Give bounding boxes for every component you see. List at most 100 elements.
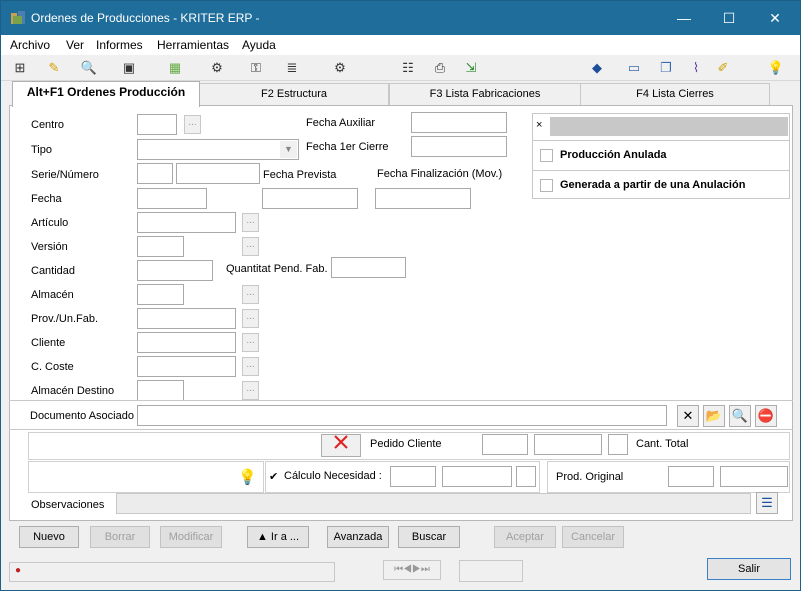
nuevo-button[interactable]: Nuevo xyxy=(19,526,79,548)
lightbulb-hint-icon[interactable]: 💡 xyxy=(238,468,257,486)
preview-document-icon[interactable]: 🔍 xyxy=(729,405,751,427)
version-lookup-button[interactable]: ... xyxy=(242,237,259,256)
prov-un-fab-lookup-button[interactable]: ... xyxy=(242,309,259,328)
cant-total-label: Cant. Total xyxy=(636,438,689,450)
salir-button[interactable]: Salir xyxy=(707,558,791,580)
printer-icon[interactable]: ⎙ xyxy=(431,59,449,77)
tab-estructura[interactable]: F2 Estructura xyxy=(199,83,389,106)
check-icon[interactable]: ✔ xyxy=(269,470,278,483)
app-icon xyxy=(11,11,25,24)
produccion-anulada-checkbox[interactable] xyxy=(540,149,553,162)
fecha-prevista-input[interactable] xyxy=(262,188,358,209)
almacen-destino-lookup-button[interactable]: ... xyxy=(242,381,259,400)
attachment-icon[interactable]: ⌇ xyxy=(687,59,705,77)
calculator-icon[interactable]: ▦ xyxy=(166,59,184,77)
almacen-input[interactable] xyxy=(137,284,184,305)
calculo-linea-input[interactable] xyxy=(516,466,536,487)
pedido-cliente-serie-input[interactable] xyxy=(482,434,528,455)
c-coste-input[interactable] xyxy=(137,356,236,377)
delete-icon[interactable]: ✕ xyxy=(677,405,699,427)
tree-icon[interactable]: ⊞ xyxy=(11,59,29,77)
chevron-down-icon[interactable]: ▼ xyxy=(280,141,297,158)
fecha-auxiliar-input[interactable] xyxy=(411,112,507,133)
eraser-icon[interactable]: ◆ xyxy=(588,59,606,77)
list-check-icon[interactable]: ≣ xyxy=(283,59,301,77)
menu-herramientas[interactable]: Herramientas xyxy=(157,38,229,52)
cliente-input[interactable] xyxy=(137,332,236,353)
record-counter xyxy=(459,560,523,582)
minimize-button[interactable]: — xyxy=(661,1,707,35)
key-icon[interactable]: ⚿ xyxy=(247,59,265,77)
centro-input[interactable] xyxy=(137,114,177,135)
serie-input[interactable] xyxy=(137,163,173,184)
observaciones-label: Observaciones xyxy=(31,499,105,511)
pedido-cliente-linea-input[interactable] xyxy=(608,434,628,455)
borrar-button[interactable]: Borrar xyxy=(90,526,150,548)
observaciones-input[interactable] xyxy=(116,493,751,514)
generada-anulacion-checkbox[interactable] xyxy=(540,179,553,192)
structure-icon[interactable]: ☷ xyxy=(399,59,417,77)
prov-un-fab-input[interactable] xyxy=(137,308,236,329)
calculo-serie-input[interactable] xyxy=(390,466,436,487)
centro-lookup-button[interactable]: ... xyxy=(184,115,201,134)
fecha-1er-cierre-input[interactable] xyxy=(411,136,507,157)
quantitat-pend-fab-input[interactable] xyxy=(331,257,406,278)
articulo-input[interactable] xyxy=(137,212,236,233)
modificar-button[interactable]: Modificar xyxy=(160,526,222,548)
cantidad-input[interactable] xyxy=(137,260,213,281)
gears-icon[interactable]: ⚙ xyxy=(331,59,349,77)
tab-lista-cierres[interactable]: F4 Lista Cierres xyxy=(580,83,770,106)
menu-ayuda[interactable]: Ayuda xyxy=(242,38,276,52)
notes-list-icon[interactable]: ☰ xyxy=(756,492,778,514)
calculo-numero-input[interactable] xyxy=(442,466,512,487)
open-folder-icon[interactable]: 📂 xyxy=(703,405,725,427)
prod-original-label: Prod. Original xyxy=(556,471,624,483)
window-icon[interactable]: ▭ xyxy=(625,59,643,77)
red-x-button[interactable] xyxy=(321,434,361,457)
version-input[interactable] xyxy=(137,236,184,257)
paperclip-icon[interactable]: ✐ xyxy=(714,59,732,77)
image-search-icon[interactable]: ▣ xyxy=(120,59,138,77)
export-icon[interactable]: ⇲ xyxy=(462,59,480,77)
fecha-input[interactable] xyxy=(137,188,207,209)
red-x-icon xyxy=(334,435,348,449)
prod-original-serie-input[interactable] xyxy=(668,466,714,487)
order-form-panel: Centro Tipo Serie/Número Fecha Artículo … xyxy=(9,105,793,521)
almacen-destino-input[interactable] xyxy=(137,380,184,401)
close-window-button[interactable]: ✕ xyxy=(752,1,798,35)
record-navigator[interactable]: ⏮◀▶⏭ xyxy=(383,560,441,580)
fecha-prevista-label: Fecha Prevista xyxy=(263,169,337,181)
gear-icon[interactable]: ⚙ xyxy=(208,59,226,77)
calculo-necesidad-label: Cálculo Necesidad : xyxy=(284,470,382,482)
menu-ver[interactable]: Ver xyxy=(66,38,84,52)
prod-original-numero-input[interactable] xyxy=(720,466,788,487)
scanner-icon[interactable]: ⛔ xyxy=(755,405,777,427)
preview-icon[interactable]: 🔍 xyxy=(80,59,98,77)
cliente-lookup-button[interactable]: ... xyxy=(242,333,259,352)
clear-flags-icon[interactable]: × xyxy=(536,119,542,131)
documento-asociado-input[interactable] xyxy=(137,405,667,426)
tab-strip: Alt+F1 Ordenes Producción F2 Estructura … xyxy=(1,81,800,107)
avanzada-button[interactable]: Avanzada xyxy=(327,526,389,548)
windows-icon[interactable]: ❐ xyxy=(657,59,675,77)
aceptar-button[interactable]: Aceptar xyxy=(494,526,556,548)
pedido-cliente-numero-input[interactable] xyxy=(534,434,602,455)
maximize-button[interactable]: ☐ xyxy=(706,1,752,35)
tab-ordenes-produccion[interactable]: Alt+F1 Ordenes Producción xyxy=(12,81,200,107)
c-coste-label: C. Coste xyxy=(31,361,74,373)
tab-lista-fabricaciones[interactable]: F3 Lista Fabricaciones xyxy=(389,83,581,106)
documento-asociado-label: Documento Asociado xyxy=(30,410,134,422)
articulo-lookup-button[interactable]: ... xyxy=(242,213,259,232)
fecha-finalizacion-input[interactable] xyxy=(375,188,471,209)
cancelar-button[interactable]: Cancelar xyxy=(562,526,624,548)
lightbulb-icon[interactable]: 💡 xyxy=(767,59,785,77)
tipo-select[interactable]: ▼ xyxy=(137,139,299,160)
ir-a-button[interactable]: ▲ Ir a ... xyxy=(247,526,309,548)
menu-archivo[interactable]: Archivo xyxy=(10,38,50,52)
c-coste-lookup-button[interactable]: ... xyxy=(242,357,259,376)
pencil-icon[interactable]: ✎ xyxy=(45,59,63,77)
numero-input[interactable] xyxy=(176,163,260,184)
almacen-lookup-button[interactable]: ... xyxy=(242,285,259,304)
buscar-button[interactable]: Buscar xyxy=(398,526,460,548)
menu-informes[interactable]: Informes xyxy=(96,38,143,52)
